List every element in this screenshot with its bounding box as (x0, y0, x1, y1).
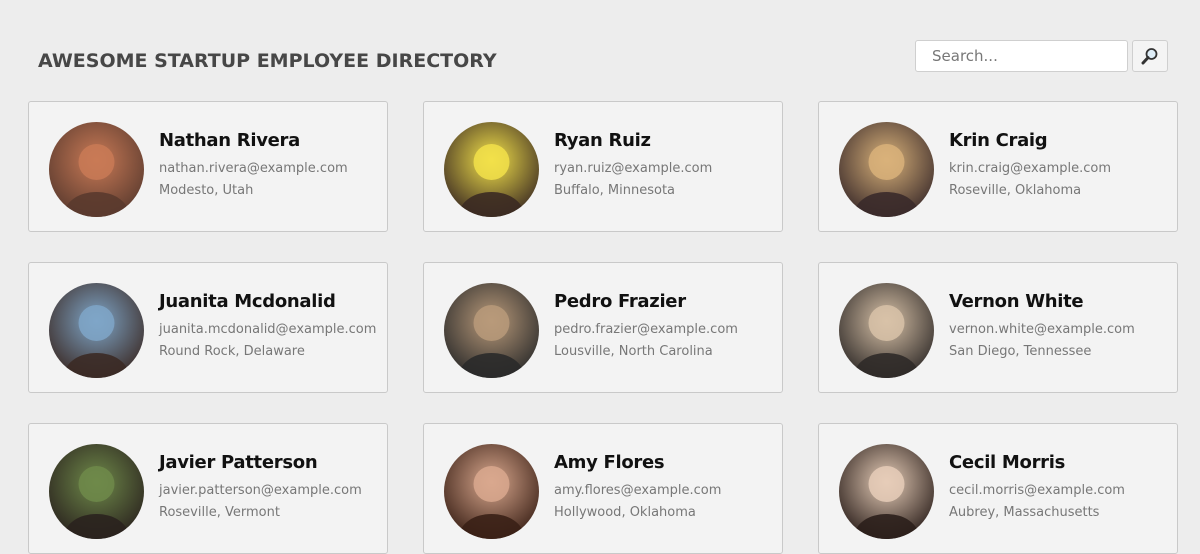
employee-info: Amy Flores amy.flores@example.com Hollywoo… (554, 452, 721, 520)
employee-card[interactable]: Pedro Frazier pedro.frazier@example.com Lo… (423, 262, 783, 393)
employee-email: vernon.white@example.com (949, 322, 1135, 337)
employee-location: Modesto, Utah (159, 183, 254, 198)
employee-gallery: Nathan Rivera nathan.rivera@example.com Mo… (28, 101, 1178, 554)
employee-card[interactable]: Nathan Rivera nathan.rivera@example.com Mo… (28, 101, 388, 232)
employee-name: Juanita Mcdonalid (159, 291, 336, 312)
avatar (49, 122, 144, 217)
employee-card[interactable]: Cecil Morris cecil.morris@example.com Aubr… (818, 423, 1178, 554)
search-form (915, 40, 1168, 72)
employee-email: cecil.morris@example.com (949, 483, 1125, 498)
employee-card[interactable]: Amy Flores amy.flores@example.com Hollywoo… (423, 423, 783, 554)
employee-location: Lousville, North Carolina (554, 344, 713, 359)
employee-location: Aubrey, Massachusetts (949, 505, 1100, 520)
avatar (839, 283, 934, 378)
employee-name: Nathan Rivera (159, 130, 300, 151)
employee-info: Javier Patterson javier.patterson@example… (159, 452, 362, 520)
employee-info: Pedro Frazier pedro.frazier@example.com Lo… (554, 291, 738, 359)
employee-info: Nathan Rivera nathan.rivera@example.com Mo… (159, 130, 348, 198)
employee-name: Krin Craig (949, 130, 1048, 151)
employee-location: Round Rock, Delaware (159, 344, 305, 359)
avatar (444, 122, 539, 217)
employee-card[interactable]: Juanita Mcdonalid juanita.mcdonalid@examp… (28, 262, 388, 393)
search-icon (1141, 48, 1158, 65)
employee-email: nathan.rivera@example.com (159, 161, 348, 176)
employee-name: Javier Patterson (159, 452, 318, 473)
avatar (839, 122, 934, 217)
employee-info: Cecil Morris cecil.morris@example.com Aubr… (949, 452, 1125, 520)
avatar (49, 283, 144, 378)
employee-card[interactable]: Krin Craig krin.craig@example.com Rosevill… (818, 101, 1178, 232)
employee-location: San Diego, Tennessee (949, 344, 1092, 359)
page-title: AWESOME STARTUP EMPLOYEE DIRECTORY (38, 50, 497, 72)
avatar (444, 283, 539, 378)
employee-name: Ryan Ruiz (554, 130, 651, 151)
employee-location: Roseville, Oklahoma (949, 183, 1082, 198)
employee-info: Juanita Mcdonalid juanita.mcdonalid@examp… (159, 291, 376, 359)
employee-email: krin.craig@example.com (949, 161, 1112, 176)
employee-email: juanita.mcdonalid@example.com (159, 322, 377, 337)
employee-info: Vernon White vernon.white@example.com San … (949, 291, 1135, 359)
employee-email: pedro.frazier@example.com (554, 322, 738, 337)
avatar (444, 444, 539, 539)
page-header: AWESOME STARTUP EMPLOYEE DIRECTORY (38, 40, 1168, 82)
employee-email: ryan.ruiz@example.com (554, 161, 713, 176)
avatar (49, 444, 144, 539)
avatar (839, 444, 934, 539)
employee-location: Hollywood, Oklahoma (554, 505, 696, 520)
employee-card[interactable]: Vernon White vernon.white@example.com San … (818, 262, 1178, 393)
employee-name: Pedro Frazier (554, 291, 686, 312)
employee-name: Vernon White (949, 291, 1084, 312)
employee-location: Buffalo, Minnesota (554, 183, 676, 198)
employee-email: javier.patterson@example.com (159, 483, 362, 498)
employee-name: Cecil Morris (949, 452, 1066, 473)
employee-location: Roseville, Vermont (159, 505, 280, 520)
employee-email: amy.flores@example.com (554, 483, 722, 498)
search-button[interactable] (1132, 40, 1168, 72)
employee-info: Ryan Ruiz ryan.ruiz@example.com Buffalo, M… (554, 130, 712, 198)
employee-card[interactable]: Javier Patterson javier.patterson@example… (28, 423, 388, 554)
employee-card[interactable]: Ryan Ruiz ryan.ruiz@example.com Buffalo, M… (423, 101, 783, 232)
employee-info: Krin Craig krin.craig@example.com Rosevill… (949, 130, 1111, 198)
search-input[interactable] (915, 40, 1128, 72)
employee-name: Amy Flores (554, 452, 665, 473)
